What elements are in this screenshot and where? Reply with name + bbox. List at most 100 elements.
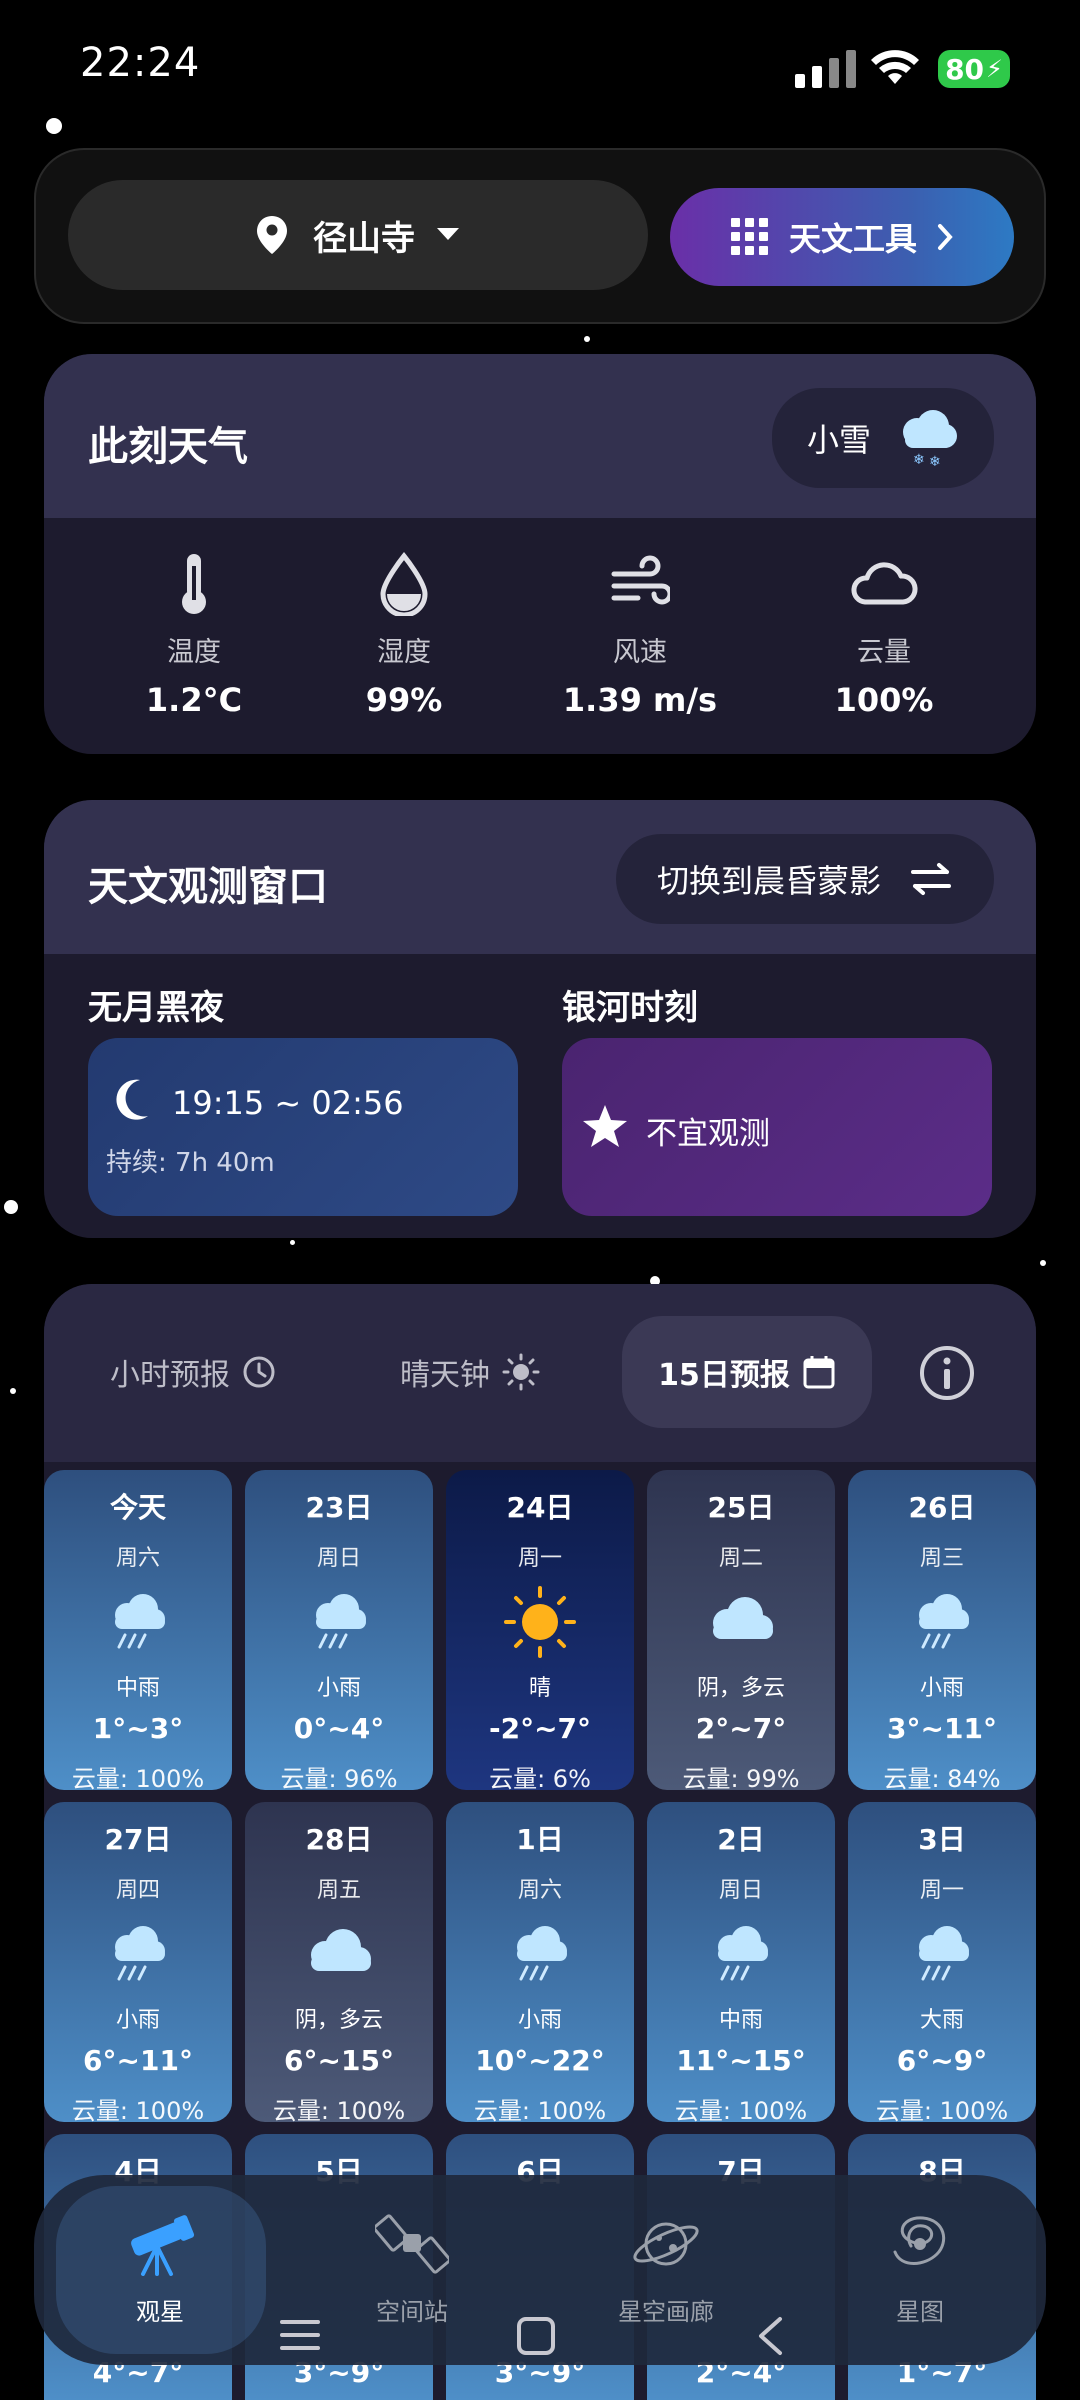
day-date: 2日 [717, 1823, 765, 1856]
calendar-icon [803, 1356, 835, 1389]
info-icon[interactable] [918, 1344, 976, 1402]
astro-tools-button[interactable]: 天文工具 [670, 188, 1014, 286]
forecast-day[interactable]: 26日 周三 小雨 3°~11° 云量: 84% [848, 1470, 1036, 1793]
location-pin-icon [257, 216, 287, 254]
day-temp: 6°~11° [83, 2044, 193, 2077]
milkyway-title: 银河时刻 [562, 988, 698, 1028]
battery-indicator: 80 ⚡ [938, 50, 1010, 88]
day-weekday: 周六 [517, 1878, 562, 1903]
day-cloud: 云量: 100% [71, 2097, 205, 2125]
day-weekday: 周一 [919, 1878, 964, 1903]
day-weekday: 周一 [517, 1546, 562, 1571]
rain-cloud-icon [848, 1582, 1036, 1662]
moonless-time: 19:15 ~ 02:56 [172, 1084, 404, 1122]
day-temp: 11°~15° [676, 2044, 806, 2077]
wind-icon [611, 555, 673, 605]
rain-cloud-icon [245, 1582, 433, 1662]
forecast-day[interactable]: 25日 周二 阴，多云 2°~7° 云量: 99% [647, 1470, 835, 1793]
planet-icon [633, 2222, 699, 2266]
rain-cloud-icon [446, 1914, 634, 1994]
day-temp: 10°~22° [475, 2044, 605, 2077]
status-time: 22:24 [80, 40, 201, 86]
day-cloud: 云量: 100% [71, 1765, 205, 1793]
svg-text:❄: ❄ [913, 452, 925, 468]
rain-cloud-icon [848, 1914, 1036, 1994]
switch-twilight-label: 切换到晨昏蒙影 [656, 862, 881, 900]
forecast-tabs: 小时预报 晴天钟 15日预报 [44, 1284, 1036, 1462]
nav-label: 空间站 [376, 2298, 448, 2326]
day-cloud: 云量: 100% [473, 2097, 607, 2125]
tab-15-day[interactable]: 15日预报 [622, 1316, 872, 1428]
forecast-day[interactable]: 1日 周六 小雨 10°~22° 云量: 100% [446, 1802, 634, 2125]
snow-cloud-icon: ❄ ❄ [903, 410, 957, 468]
astro-tools-label: 天文工具 [788, 220, 917, 258]
day-cloud: 云量: 100% [875, 2097, 1009, 2125]
metric-value: 99% [365, 681, 443, 719]
metric-cloud: 云量 100% [784, 552, 984, 719]
wifi-icon [871, 50, 919, 84]
day-temp: 2°~7° [695, 1712, 787, 1745]
day-condition: 小雨 [115, 2008, 160, 2033]
day-temp: 3°~11° [887, 1712, 997, 1745]
day-condition: 晴 [528, 1676, 551, 1701]
sun-icon [446, 1582, 634, 1662]
nav-label: 星空画廊 [618, 2298, 714, 2326]
grid-apps-icon [730, 218, 768, 255]
day-condition: 中雨 [718, 2008, 763, 2033]
day-weekday: 周三 [919, 1546, 964, 1571]
milkyway-window: 不宜观测 [562, 1038, 992, 1216]
nav-label: 星图 [896, 2298, 944, 2326]
condition-text: 小雪 [806, 421, 871, 459]
svg-text:❄: ❄ [929, 454, 941, 468]
rain-cloud-icon [44, 1582, 232, 1662]
cloud-icon [245, 1914, 433, 1994]
switch-twilight-button[interactable]: 切换到晨昏蒙影 [616, 834, 994, 924]
tab-clear-sky-label: 晴天钟 [400, 1358, 490, 1393]
system-back-icon[interactable] [756, 2316, 784, 2356]
humidity-drop-icon [380, 552, 428, 618]
day-date: 27日 [104, 1823, 172, 1856]
forecast-day[interactable]: 27日 周四 小雨 6°~11° 云量: 100% [44, 1802, 232, 2125]
satellite-icon [373, 2214, 451, 2274]
star-dot [46, 118, 62, 134]
forecast-day[interactable]: 2日 周日 中雨 11°~15° 云量: 100% [647, 1802, 835, 2125]
milkyway-status: 不宜观测 [646, 1116, 770, 1152]
chevron-right-icon [938, 224, 953, 250]
galaxy-icon [893, 2216, 946, 2265]
signal-icon [795, 50, 856, 88]
forecast-day[interactable]: 3日 周一 大雨 6°~9° 云量: 100% [848, 1802, 1036, 2125]
nav-item-space-station[interactable]: 空间站 [322, 2212, 502, 2327]
day-cloud: 云量: 6% [489, 1765, 591, 1793]
system-home-icon[interactable] [516, 2316, 556, 2356]
tab-hourly[interactable]: 小时预报 [110, 1350, 276, 1394]
day-condition: 小雨 [316, 1676, 361, 1701]
nav-item-stargazing[interactable]: 观星 [70, 2212, 250, 2327]
cloud-icon [851, 562, 918, 605]
current-weather-header: 此刻天气 小雪 ❄ ❄ [44, 354, 1036, 518]
day-weekday: 周日 [718, 1878, 763, 1903]
nav-item-star-map[interactable]: 星图 [830, 2212, 1010, 2327]
observation-header: 天文观测窗口 切换到晨昏蒙影 [44, 800, 1036, 954]
day-cloud: 云量: 96% [280, 1765, 398, 1793]
forecast-day[interactable]: 28日 周五 阴，多云 6°~15° 云量: 100% [245, 1802, 433, 2125]
forecast-day[interactable]: 今天 周六 中雨 1°~3° 云量: 100% [44, 1470, 232, 1793]
battery-level: 80 [945, 52, 985, 86]
system-menu-icon[interactable] [280, 2318, 320, 2352]
day-date: 24日 [506, 1491, 574, 1524]
day-date: 1日 [516, 1823, 564, 1856]
metric-label: 云量 [857, 637, 911, 668]
tab-15-day-label: 15日预报 [658, 1358, 790, 1393]
forecast-day[interactable]: 24日 周一 晴 -2°~7° 云量: 6% [446, 1470, 634, 1793]
day-temp: 1°~3° [92, 1712, 184, 1745]
current-weather-title: 此刻天气 [88, 424, 248, 470]
day-cloud: 云量: 100% [272, 2097, 406, 2125]
tab-clear-sky-clock[interactable]: 晴天钟 [400, 1350, 540, 1394]
day-condition: 阴，多云 [294, 2008, 383, 2033]
day-cloud: 云量: 84% [883, 1765, 1001, 1793]
star-dot [584, 336, 590, 342]
day-date: 今天 [109, 1491, 166, 1524]
location-selector[interactable]: 径山寺 [68, 180, 648, 290]
forecast-day[interactable]: 23日 周日 小雨 0°~4° 云量: 96% [245, 1470, 433, 1793]
day-condition: 阴，多云 [696, 1676, 785, 1701]
nav-item-gallery[interactable]: 星空画廊 [576, 2212, 756, 2327]
